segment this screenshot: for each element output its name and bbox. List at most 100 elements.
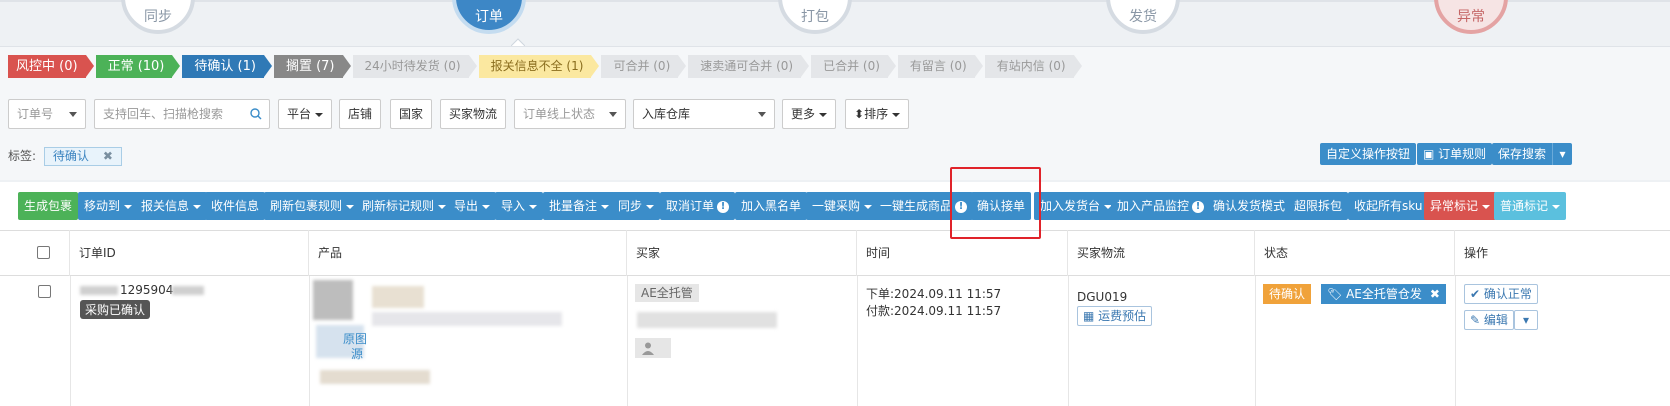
tab-merged[interactable]: 已合并 (0) (811, 55, 896, 78)
tab-risk[interactable]: 风控中 (0) (8, 55, 94, 78)
logistics-code: DGU019 (1077, 290, 1128, 304)
add-blacklist-button[interactable]: 加入黑名单 (735, 192, 808, 220)
export-button[interactable]: 导出 (448, 192, 497, 220)
buyer-contact-tag[interactable] (635, 338, 671, 358)
filter-panel: 风控中 (0) 正常 (10) 待确认 (1) 搁置 (7) 24小时待发货 (… (0, 46, 1670, 180)
tab-pending[interactable]: 待确认 (1) (182, 55, 272, 78)
buyer-logistics-label: 买家物流 (449, 107, 498, 121)
order-rules-label: 订单规则 (1438, 147, 1487, 161)
cancel-order-label: 取消订单 (666, 199, 715, 213)
paid-time: 付款:2024.09.11 11:57 (866, 304, 1002, 318)
col-divider (857, 276, 858, 406)
recipient-info-button[interactable]: 收件信息 (205, 192, 266, 220)
order-no-select[interactable]: 订单号 (8, 99, 86, 129)
tab-shelved[interactable]: 搁置 (7) (273, 55, 351, 78)
shop-button[interactable]: 店铺 (339, 99, 382, 129)
search-placeholder: 支持回车、扫描枪搜索 (103, 107, 224, 121)
col-divider (627, 276, 628, 406)
batch-note-button[interactable]: 批量备注 (543, 192, 616, 220)
more-dropdown[interactable]: 更多 (782, 99, 837, 129)
step-order[interactable]: 订单 (452, 0, 526, 34)
redacted-product-2 (320, 370, 430, 384)
step-ship[interactable]: 发货 (1106, 0, 1180, 34)
check-icon: ✔ (1470, 287, 1484, 301)
status-pending-tag: 待确认 (1263, 284, 1312, 304)
freight-estimate-button[interactable]: ▦ 运费预估 (1077, 306, 1153, 326)
generate-product-label: 一键生成商品 (880, 199, 953, 213)
order-time: 下单:2024.09.11 11:57 (866, 287, 1002, 301)
select-all-checkbox[interactable] (37, 246, 50, 259)
tab-aliexpress-mergeable[interactable]: 速卖通可合并 (0) (688, 55, 809, 78)
cancel-order-button[interactable]: 取消订单! (660, 192, 736, 220)
progress-steps: 同步 订单 打包 发货 异常 (0, 0, 1670, 46)
header-product: 产品 (309, 230, 627, 276)
edit-icon: ✎ (1470, 313, 1484, 327)
save-search-button[interactable]: 保存搜索 ▾ (1492, 143, 1573, 165)
product-thumbnail[interactable] (313, 280, 353, 320)
col-divider (1455, 276, 1456, 406)
step-pack[interactable]: 打包 (778, 0, 852, 34)
step-label: 异常 (1457, 9, 1485, 25)
chevron-down-icon (758, 112, 766, 117)
info-icon: ! (717, 200, 730, 213)
tab-24h[interactable]: 24小时待发货 (0) (352, 55, 477, 78)
order-id[interactable]: 1295904 (120, 283, 173, 297)
source-link[interactable]: 源 (351, 345, 363, 362)
oversize-split-button[interactable]: 超限拆包 (1288, 192, 1349, 220)
search-icon[interactable] (250, 108, 262, 120)
tag-row: 标签: 待确认 ✖ (8, 147, 122, 166)
header-checkbox-cell (0, 230, 70, 276)
chevron-down-icon (609, 112, 617, 117)
search-input[interactable]: 支持回车、扫描枪搜索 (94, 99, 270, 129)
edit-button[interactable]: ✎ 编辑 (1464, 310, 1514, 330)
normal-mark-button[interactable]: 普通标记 (1494, 192, 1567, 220)
step-label: 同步 (144, 9, 172, 25)
close-icon[interactable]: ✖ (1430, 287, 1440, 301)
import-button[interactable]: 导入 (495, 192, 544, 220)
warehouse-select[interactable]: 入库仓库 (633, 99, 775, 129)
confirm-shipping-mode-button[interactable]: 确认发货模式 (1207, 192, 1292, 220)
header-actions: 操作 (1464, 246, 1489, 260)
customs-info-button[interactable]: 报关信息 (135, 192, 208, 220)
more-label: 更多 (791, 107, 816, 121)
status-ae-warehouse-tag: 🏷 AE全托管仓发 ✖ (1321, 284, 1446, 304)
confirm-normal-button[interactable]: ✔ 确认正常 (1464, 284, 1538, 304)
platform-dropdown[interactable]: 平台 (278, 99, 333, 129)
move-to-button[interactable]: 移动到 (78, 192, 139, 220)
edit-more-button[interactable]: ▾ (1514, 310, 1538, 330)
order-rules-button[interactable]: ▣ 订单规则 (1417, 143, 1493, 165)
add-product-monitor-button[interactable]: 加入产品监控! (1111, 192, 1211, 220)
active-tag-chip[interactable]: 待确认 ✖ (43, 147, 122, 166)
online-status-select[interactable]: 订单线上状态 (514, 99, 626, 129)
col-divider (1255, 276, 1256, 406)
country-button[interactable]: 国家 (390, 99, 433, 129)
purchase-confirmed-badge: 采购已确认 (80, 300, 151, 319)
row-checkbox[interactable] (38, 285, 51, 298)
sync-button[interactable]: 同步 (612, 192, 661, 220)
order-no-label: 订单号 (17, 107, 54, 121)
buyer-logistics-button[interactable]: 买家物流 (440, 99, 507, 129)
tag-icon: 🏷 (1327, 287, 1347, 301)
sort-dropdown[interactable]: ⬍排序 (845, 99, 910, 129)
chevron-down-icon[interactable]: ▾ (1552, 143, 1572, 165)
add-shipping-desk-button[interactable]: 加入发货台 (1034, 192, 1119, 220)
generate-package-button[interactable]: 生成包裹 (18, 192, 79, 220)
user-icon (642, 342, 654, 355)
status-ae-warehouse-label: AE全托管仓发 (1346, 287, 1422, 301)
tab-normal[interactable]: 正常 (10) (95, 55, 181, 78)
collapse-sku-button[interactable]: 收起所有sku (1348, 192, 1429, 220)
refresh-mark-rules-button[interactable]: 刷新标记规则 (356, 192, 453, 220)
save-icon: ▣ (1423, 147, 1439, 161)
tab-has-inbox[interactable]: 有站内信 (0) (984, 55, 1082, 78)
refresh-package-rules-button[interactable]: 刷新包裹规则 (264, 192, 361, 220)
one-click-purchase-button[interactable]: 一键采购 (806, 192, 879, 220)
tab-mergeable[interactable]: 可合并 (0) (601, 55, 687, 78)
step-sync[interactable]: 同步 (121, 0, 195, 34)
tab-has-message[interactable]: 有留言 (0) (897, 55, 983, 78)
exception-mark-button[interactable]: 异常标记 (1424, 192, 1497, 220)
custom-actions-button[interactable]: 自定义操作按钮 (1320, 143, 1417, 165)
header-buyer: 买家 (627, 230, 857, 276)
close-icon[interactable]: ✖ (103, 149, 113, 163)
tab-customs-incomplete[interactable]: 报关信息不全 (1) (478, 55, 600, 78)
step-exception[interactable]: 异常 (1434, 0, 1508, 34)
